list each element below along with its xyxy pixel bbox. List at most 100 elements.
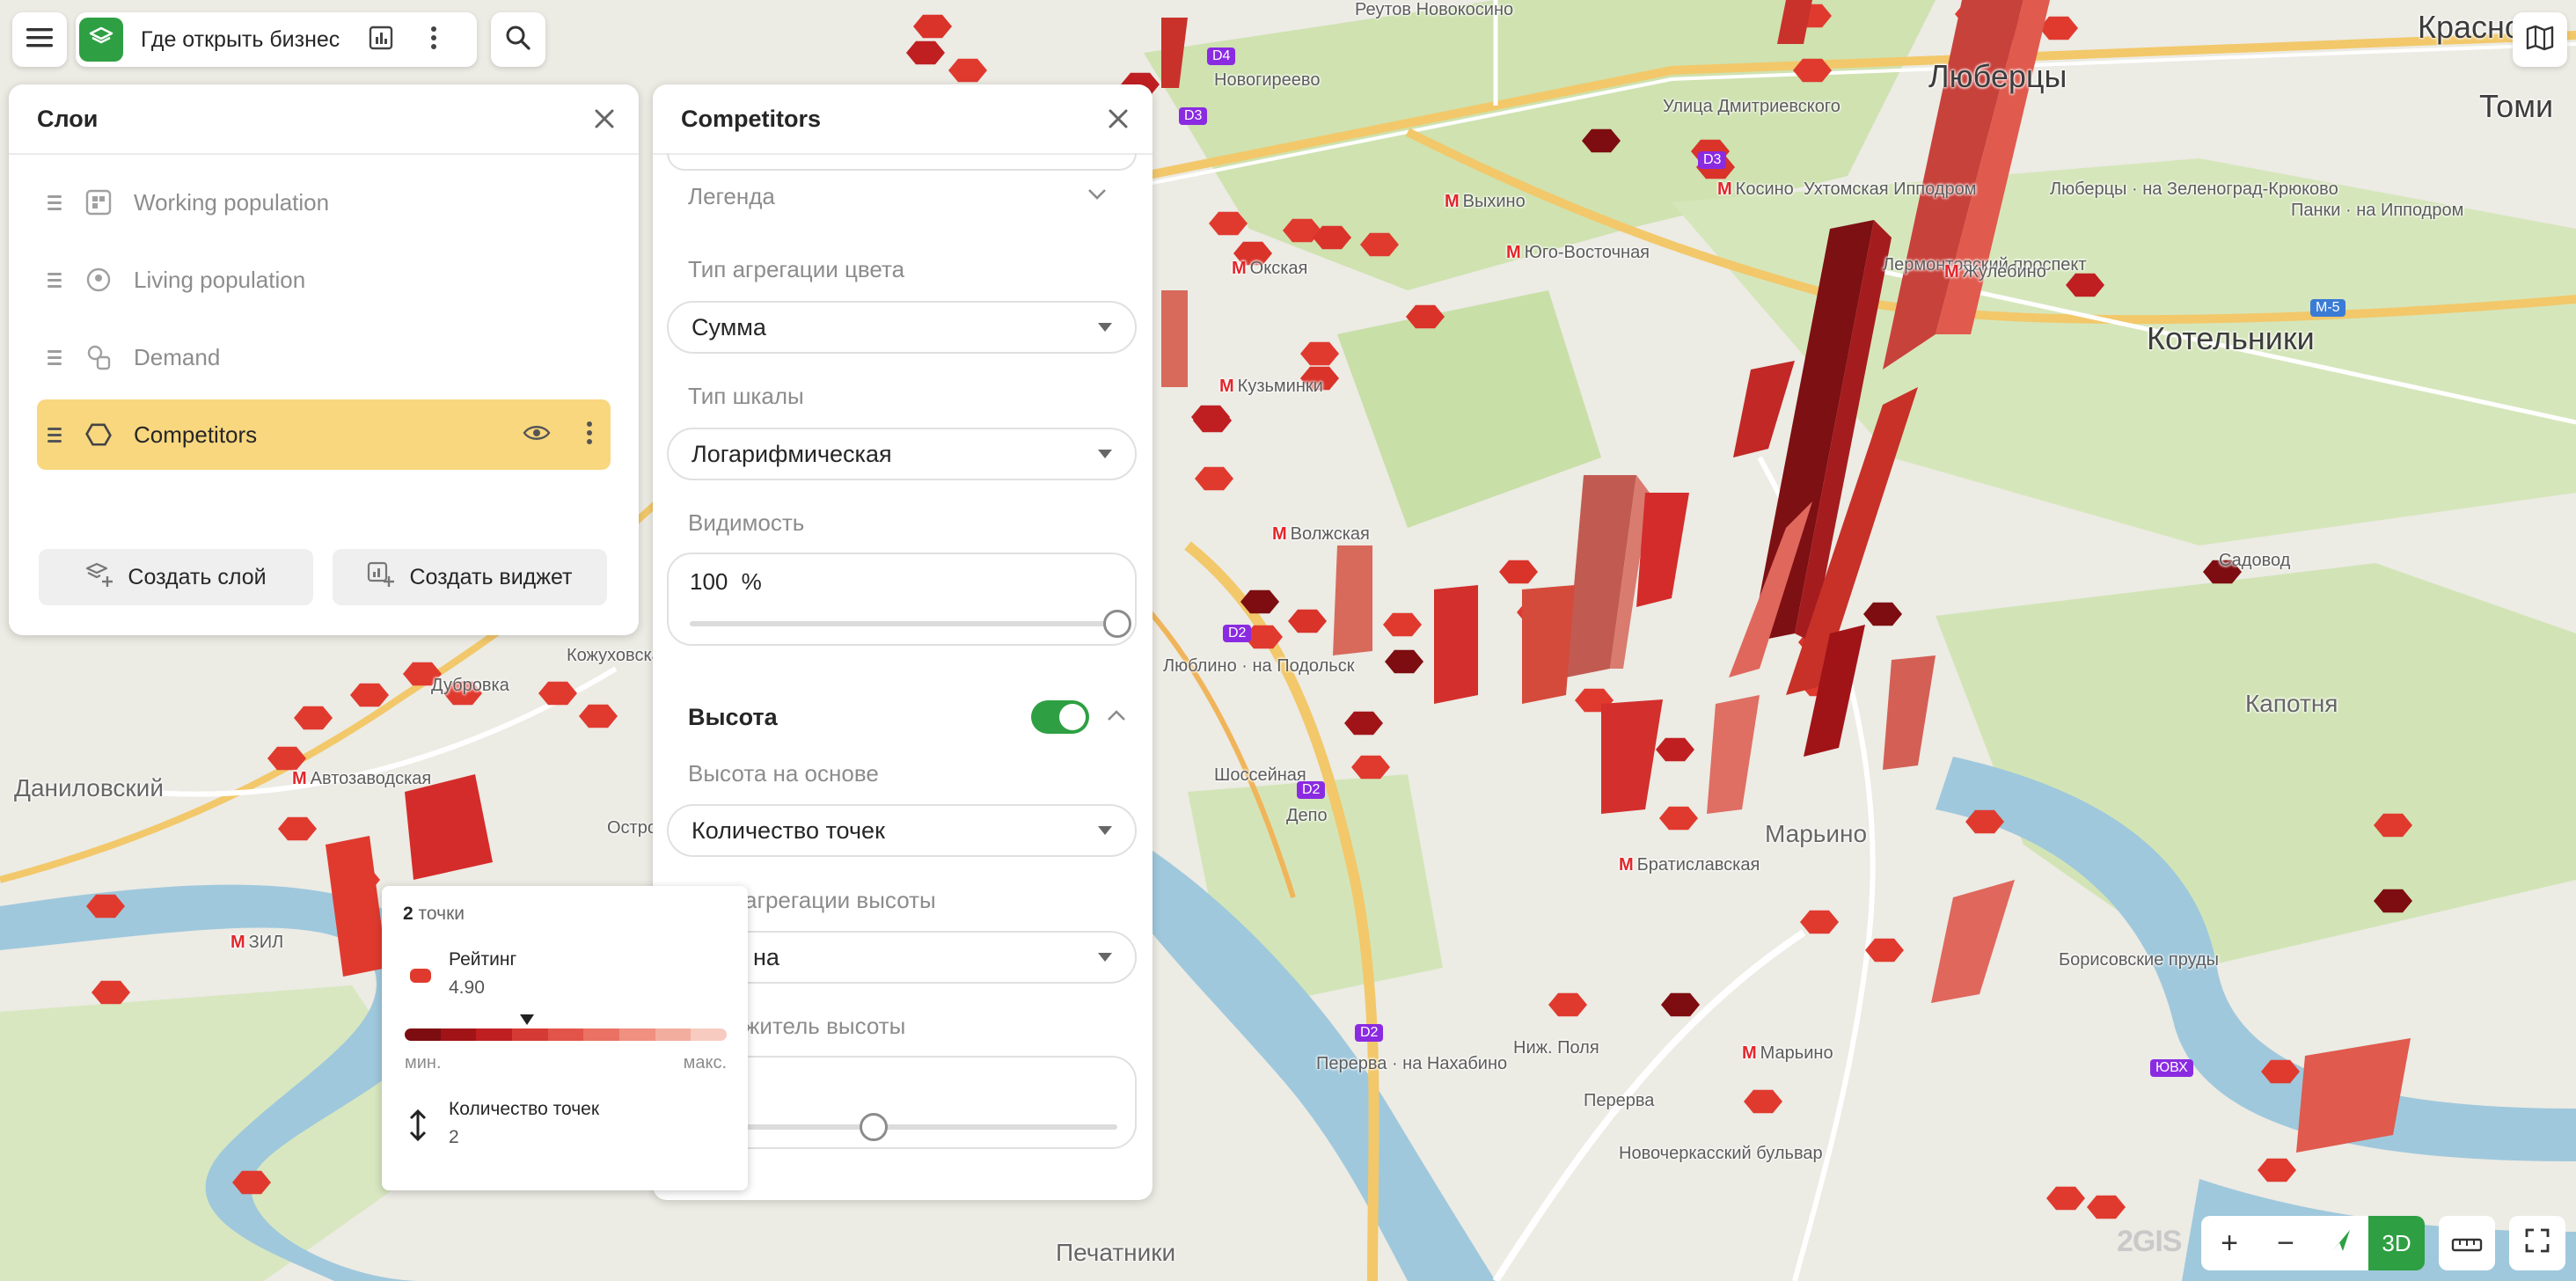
layer-row-demand[interactable]: Demand — [37, 322, 611, 392]
scale-step-3 — [512, 1028, 548, 1041]
brand-logo: 2GIS — [2117, 1225, 2182, 1258]
menu-button[interactable] — [12, 12, 67, 67]
drag-handle-icon[interactable] — [48, 349, 65, 365]
map-type-button[interactable] — [2513, 12, 2567, 67]
height-multiplier-track[interactable] — [690, 1124, 1117, 1130]
close-competitors-button[interactable] — [1109, 104, 1128, 134]
drag-handle-icon[interactable] — [48, 194, 65, 210]
scale-type-label: Тип шкалы — [688, 383, 804, 409]
scale-step-4 — [547, 1028, 584, 1041]
create-widget-button[interactable]: Создать виджет — [333, 549, 607, 605]
3d-mode-button[interactable]: 3D — [2368, 1216, 2425, 1270]
search-button[interactable] — [491, 12, 545, 67]
height-arrows-icon — [408, 1109, 428, 1146]
tooltip-count-unit: точки — [418, 904, 465, 924]
scale-type-value: Логарифмическая — [692, 440, 892, 467]
hex-tooltip: 2 точки Рейтинг 4.90 мин. макс. Количест… — [382, 886, 748, 1190]
bar-chart-icon — [368, 25, 394, 55]
dropdown-arrow-icon — [1098, 953, 1112, 962]
map-label: Люберцы · на Зеленоград-Крюково — [2050, 179, 2338, 199]
layers-icon — [89, 26, 113, 55]
search-icon — [505, 25, 531, 55]
color-aggregation-value: Сумма — [692, 313, 766, 340]
layer-row-competitors[interactable]: Competitors — [37, 399, 611, 470]
height-aggregation-value: на — [753, 943, 779, 970]
layer-name: Demand — [134, 343, 221, 370]
drag-handle-icon[interactable] — [48, 427, 65, 443]
tooltip-count: 2 — [403, 904, 413, 924]
road-shield: D2 — [1223, 625, 1252, 642]
map-icon — [2526, 25, 2554, 55]
scale-type-select[interactable]: Логарифмическая — [667, 428, 1137, 480]
layer-row-living-population[interactable]: Living population — [37, 245, 611, 315]
close-layers-button[interactable] — [595, 104, 614, 134]
drag-handle-icon[interactable] — [48, 272, 65, 288]
kebab-icon — [587, 421, 592, 444]
rating-color-swatch — [410, 969, 431, 983]
scale-step-7 — [655, 1028, 692, 1041]
visibility-slider-track[interactable] — [690, 621, 1117, 626]
map-label: Капотня — [2245, 690, 2338, 717]
visibility-value: 100 — [690, 568, 728, 595]
road-shield: D3 — [1179, 107, 1208, 125]
map-label: Даниловский — [14, 774, 164, 802]
map-label: Дубровка — [431, 676, 509, 695]
map-label: Окская — [1232, 259, 1308, 279]
map-label: ЗИЛ — [231, 933, 284, 953]
height-based-value: Количество точек — [692, 816, 885, 844]
scale-step-1 — [440, 1028, 477, 1041]
height-multiplier-thumb[interactable] — [859, 1113, 888, 1141]
visibility-eye-icon[interactable] — [523, 423, 551, 447]
add-widget-icon — [367, 560, 395, 595]
ruler-button[interactable] — [2439, 1216, 2495, 1270]
map-label: Косино — [1717, 179, 1794, 200]
map-label: Новогиреево — [1214, 70, 1321, 90]
visibility-unit: % — [741, 568, 762, 595]
zoom-out-button[interactable]: − — [2258, 1216, 2314, 1270]
layer-row-working-population[interactable]: Working population — [37, 167, 611, 238]
height-based-select[interactable]: Количество точек — [667, 804, 1137, 857]
workspace-title: Где открыть бизнес — [141, 26, 340, 52]
map-label: Борисовские пруды — [2059, 950, 2220, 970]
tooltip-rating-label: Рейтинг — [449, 949, 517, 970]
road-shield: ЮВХ — [2150, 1059, 2193, 1077]
color-aggregation-select[interactable]: Сумма — [667, 301, 1137, 354]
layers-panel-title: Слои — [37, 105, 99, 132]
layer-more-button[interactable] — [586, 421, 593, 450]
visibility-slider-thumb[interactable] — [1103, 610, 1131, 638]
layer-name: Living population — [134, 266, 306, 293]
map-label: Марьино — [1742, 1043, 1833, 1064]
layers-button[interactable] — [79, 18, 123, 62]
rating-color-scale — [405, 1028, 727, 1041]
zoom-in-button[interactable]: + — [2201, 1216, 2258, 1270]
close-icon — [595, 109, 614, 128]
chevron-up-icon[interactable] — [1107, 709, 1126, 726]
map-label: Депо — [1286, 806, 1328, 825]
visibility-value-text: 100 % — [690, 568, 762, 596]
scale-min-label: мин. — [405, 1053, 442, 1072]
road-shield: D3 — [1698, 151, 1727, 169]
height-section-title: Высота — [688, 704, 778, 730]
scale-step-2 — [476, 1028, 513, 1041]
more-button[interactable] — [413, 19, 454, 60]
hexagon-icon — [84, 421, 113, 449]
dashboard-button[interactable] — [361, 19, 401, 60]
map-label: Новочеркасский бульвар — [1619, 1144, 1823, 1163]
road-shield: D2 — [1297, 781, 1326, 799]
tooltip-rating-value: 4.90 — [449, 977, 485, 998]
height-toggle[interactable] — [1031, 700, 1089, 734]
create-widget-label: Создать виджет — [409, 564, 573, 589]
legend-toggle[interactable]: Легенда — [688, 183, 1107, 210]
ruler-icon — [2451, 1226, 2483, 1261]
competitors-panel-header: Competitors — [653, 84, 1153, 155]
fullscreen-button[interactable] — [2509, 1216, 2565, 1270]
compass-button[interactable] — [2314, 1216, 2368, 1270]
height-based-label: Высота на основе — [688, 760, 879, 787]
scale-max-label: макс. — [683, 1053, 727, 1072]
kebab-icon — [430, 26, 437, 55]
map-label: Жулебино — [1944, 262, 2046, 282]
map-label: Печатники — [1056, 1239, 1176, 1266]
create-layer-button[interactable]: Создать слой — [39, 549, 313, 605]
map-label: Люберцы — [1928, 58, 2067, 94]
map-label: Люблино · на Подольск — [1163, 656, 1355, 676]
